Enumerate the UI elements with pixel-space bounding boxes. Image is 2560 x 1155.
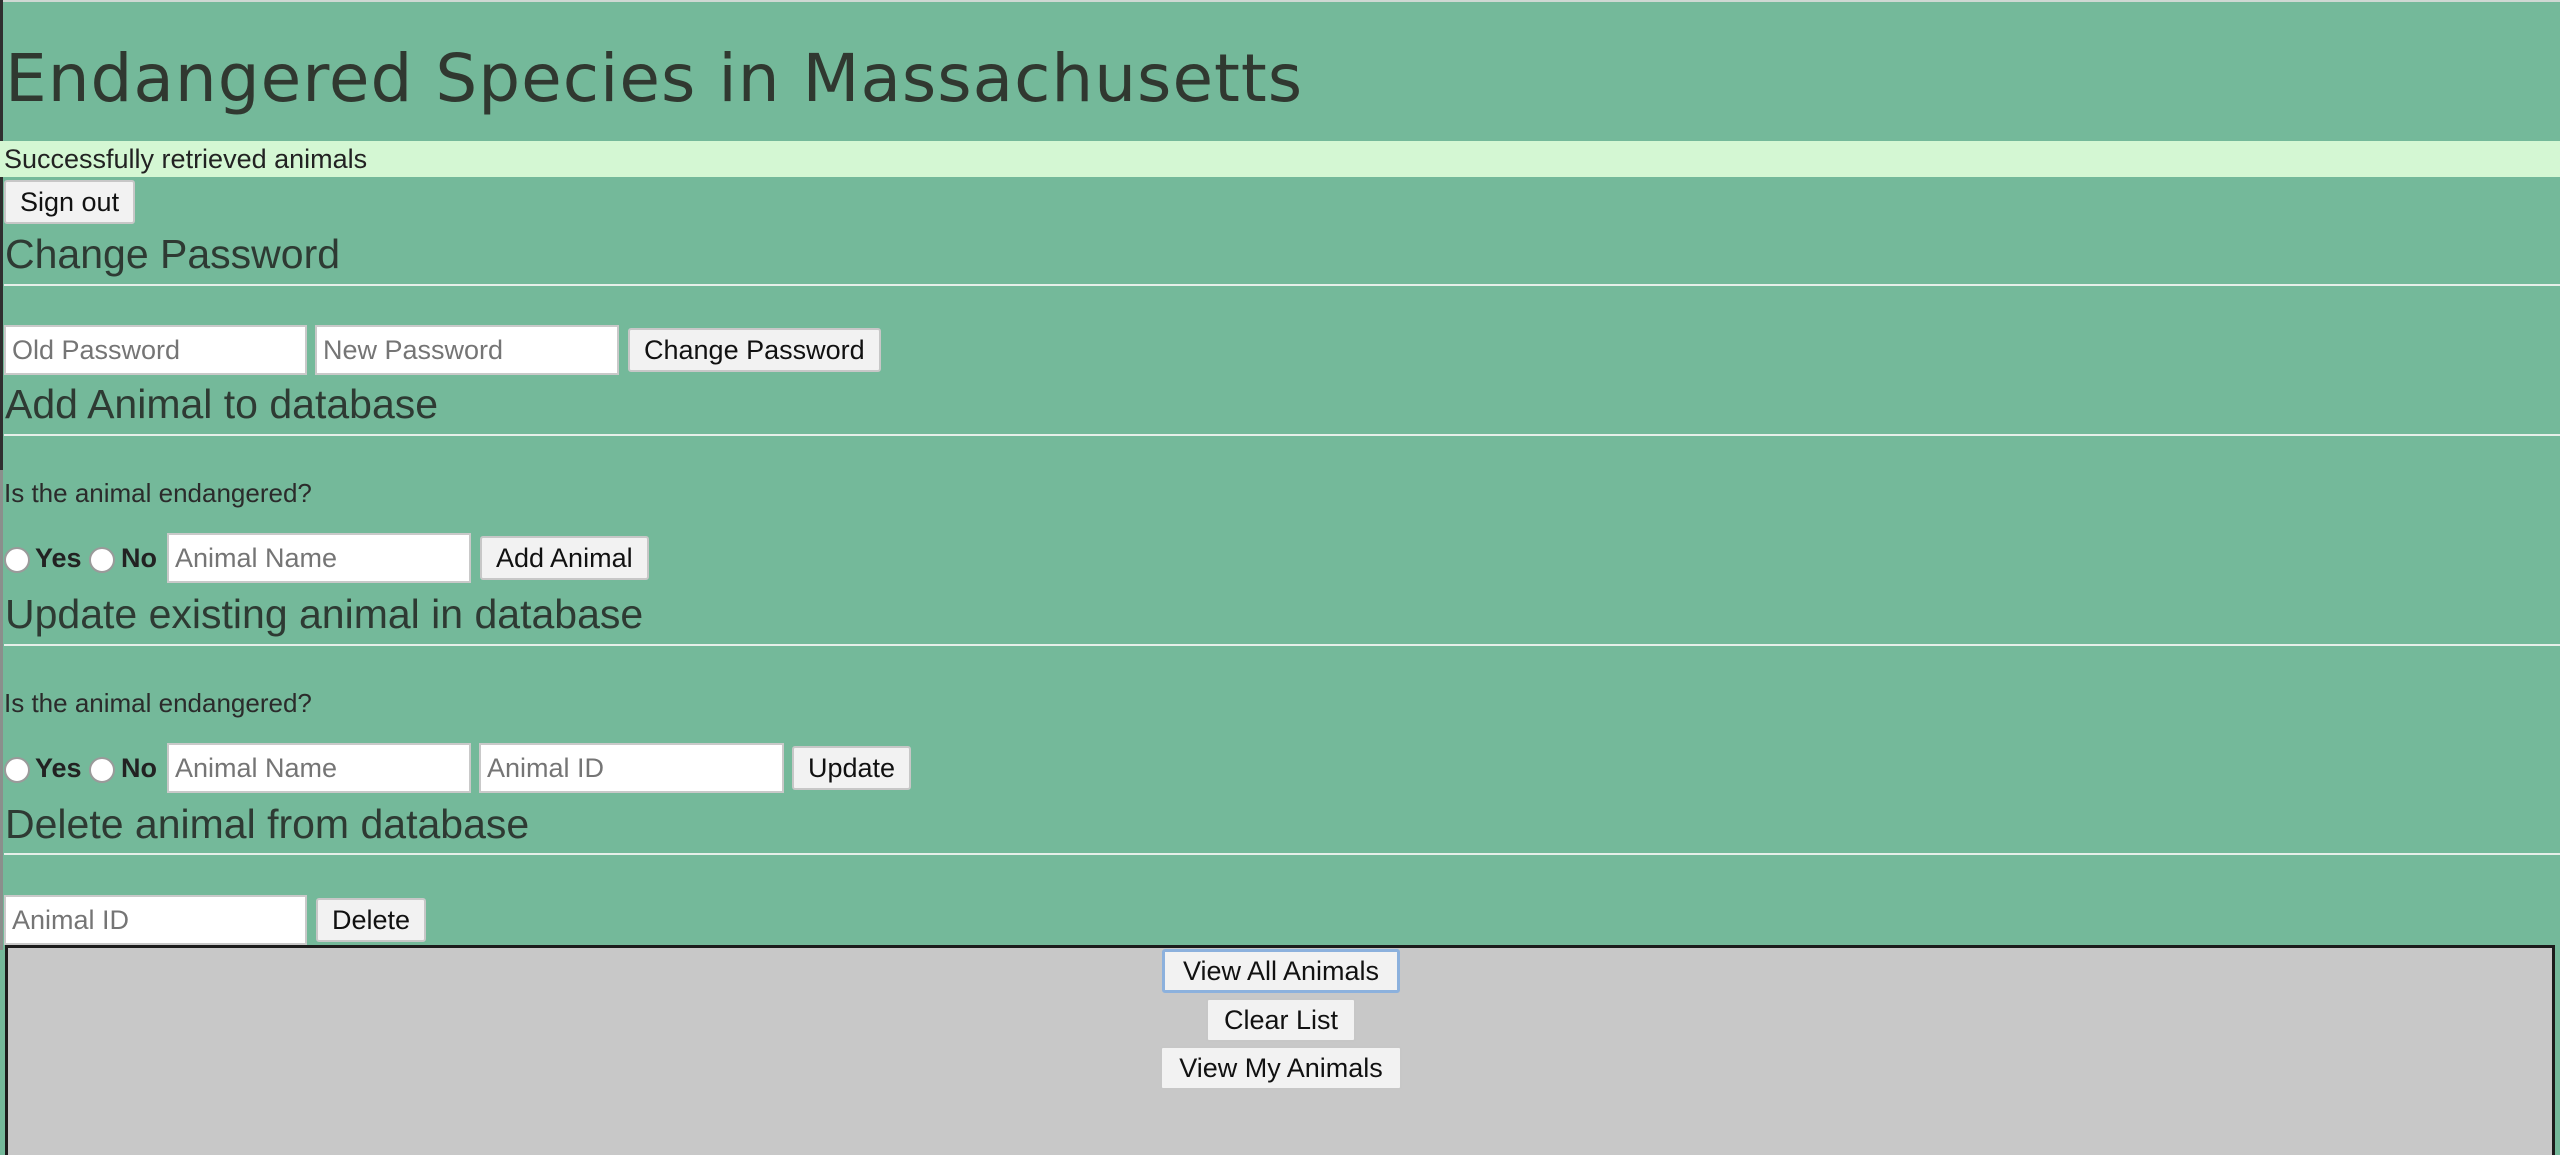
page: Endangered Species in Massachusetts Succ… — [0, 0, 2560, 1155]
section-divider — [4, 644, 2560, 646]
update-animal-id-field[interactable] — [479, 743, 784, 793]
left-edge-bar-lower — [0, 470, 3, 950]
sign-out-button[interactable]: Sign out — [4, 180, 136, 224]
update-no-radio[interactable] — [89, 757, 115, 783]
add-no-radio[interactable] — [89, 547, 115, 573]
add-animal-heading: Add Animal to database — [5, 381, 439, 427]
update-button[interactable]: Update — [792, 746, 912, 790]
update-animal-name-field[interactable] — [167, 743, 471, 793]
top-divider — [0, 0, 2560, 2]
old-password-field[interactable] — [4, 325, 307, 375]
delete-animal-heading: Delete animal from database — [5, 801, 530, 847]
update-yes-radio[interactable] — [4, 757, 30, 783]
left-edge-bar — [0, 0, 3, 470]
update-animal-heading: Update existing animal in database — [5, 591, 644, 637]
section-divider — [4, 853, 2560, 855]
section-divider — [4, 434, 2560, 436]
new-password-field[interactable] — [315, 325, 619, 375]
page-title: Endangered Species in Massachusetts — [5, 40, 1304, 117]
update-no-label: No — [121, 753, 157, 783]
update-endangered-question: Is the animal endangered? — [4, 688, 312, 718]
delete-button[interactable]: Delete — [316, 898, 427, 942]
change-password-heading: Change Password — [5, 231, 341, 277]
change-password-button[interactable]: Change Password — [628, 328, 881, 372]
section-divider — [4, 284, 2560, 286]
add-animal-button[interactable]: Add Animal — [480, 536, 649, 580]
add-yes-label: Yes — [35, 543, 82, 573]
add-endangered-question: Is the animal endangered? — [4, 478, 312, 508]
delete-animal-id-field[interactable] — [4, 895, 307, 945]
add-no-label: No — [121, 543, 157, 573]
status-message: Successfully retrieved animals — [4, 144, 368, 174]
add-animal-name-field[interactable] — [167, 533, 471, 583]
view-my-animals-button[interactable]: View My Animals — [1160, 1046, 1402, 1090]
update-yes-label: Yes — [35, 753, 82, 783]
clear-list-button[interactable]: Clear List — [1206, 998, 1356, 1042]
add-yes-radio[interactable] — [4, 547, 30, 573]
view-all-animals-button[interactable]: View All Animals — [1162, 949, 1400, 993]
status-banner: Successfully retrieved animals — [0, 141, 2560, 177]
